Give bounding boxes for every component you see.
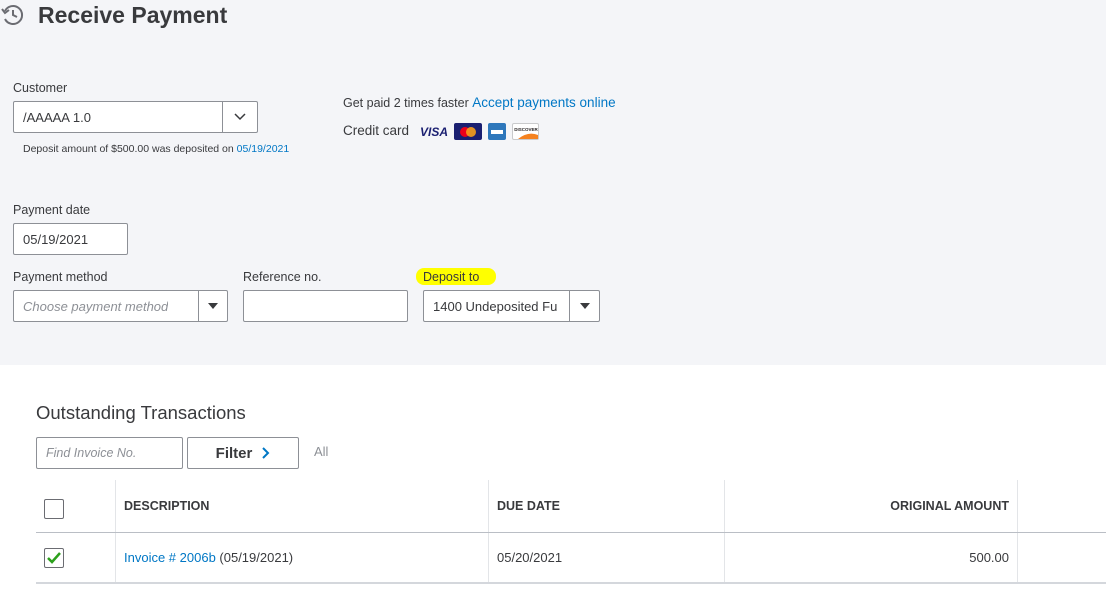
filter-button[interactable]: Filter [187,437,299,469]
column-header-description[interactable]: DESCRIPTION [124,499,209,513]
caret-down-icon [579,303,590,309]
visa-icon: VISA [419,124,448,139]
credit-card-label: Credit card [343,123,410,138]
column-header-original-amount[interactable]: ORIGINAL AMOUNT [724,499,1009,513]
outstanding-title: Outstanding Transactions [36,402,246,423]
promo-line: Get paid 2 times faster Accept payments … [343,95,616,110]
payment-method-placeholder: Choose payment method [23,298,169,314]
table-header-row: DESCRIPTION DUE DATE ORIGINAL AMOUNT [36,480,1106,533]
invoice-link[interactable]: Invoice # 2006b [124,550,216,565]
history-clock-icon[interactable] [0,2,26,28]
payment-method-label: Payment method [13,270,108,284]
promo-text: Get paid 2 times faster [343,96,469,110]
deposit-to-select[interactable]: 1400 Undeposited Fu [423,290,600,322]
svg-text:DISCOVER: DISCOVER [514,127,538,132]
deposit-note-text: Deposit amount of $500.00 was deposited … [23,143,237,155]
row-original-amount: 500.00 [969,550,1009,565]
transactions-table: DESCRIPTION DUE DATE ORIGINAL AMOUNT Inv… [36,480,1106,584]
chevron-right-icon [262,447,270,459]
checkmark-icon [47,552,61,564]
discover-icon: DISCOVER [512,123,539,140]
payment-date-label: Payment date [13,203,91,217]
customer-label: Customer [13,81,68,95]
table-row: Invoice # 2006b (05/19/2021) 05/20/2021 … [36,533,1106,584]
find-invoice-placeholder: Find Invoice No. [46,446,137,460]
mastercard-icon [454,123,482,140]
reference-label: Reference no. [243,270,322,284]
invoice-date: (05/19/2021) [215,550,294,565]
all-filter-label[interactable]: All [314,444,328,459]
row-description: Invoice # 2006b (05/19/2021) [124,550,293,565]
customer-value: /AAAAA 1.0 [23,109,91,125]
row-checkbox[interactable] [44,548,64,568]
filter-button-label: Filter [215,444,253,462]
payment-method-dropdown-toggle[interactable] [198,291,227,321]
find-invoice-input[interactable]: Find Invoice No. [36,437,183,469]
amex-icon [488,123,506,140]
column-header-due-date[interactable]: DUE DATE [497,499,560,513]
payment-date-input[interactable]: 05/19/2021 [13,223,128,255]
deposit-date-link[interactable]: 05/19/2021 [237,143,290,155]
deposit-note: Deposit amount of $500.00 was deposited … [23,143,289,155]
deposit-to-label: Deposit to [416,268,496,285]
row-due-date: 05/20/2021 [497,550,563,565]
payment-method-select[interactable]: Choose payment method [13,290,228,322]
customer-dropdown-toggle[interactable] [222,102,257,132]
select-all-checkbox[interactable] [44,499,64,519]
payment-date-value: 05/19/2021 [23,231,89,247]
page-title: Receive Payment [38,2,228,28]
deposit-to-value: 1400 Undeposited Fu [433,298,558,314]
reference-input[interactable] [243,290,408,322]
customer-select[interactable]: /AAAAA 1.0 [13,101,258,133]
deposit-to-dropdown-toggle[interactable] [569,291,599,321]
chevron-down-icon [234,113,246,121]
caret-down-icon [208,303,218,309]
accept-payments-link[interactable]: Accept payments online [472,95,615,110]
